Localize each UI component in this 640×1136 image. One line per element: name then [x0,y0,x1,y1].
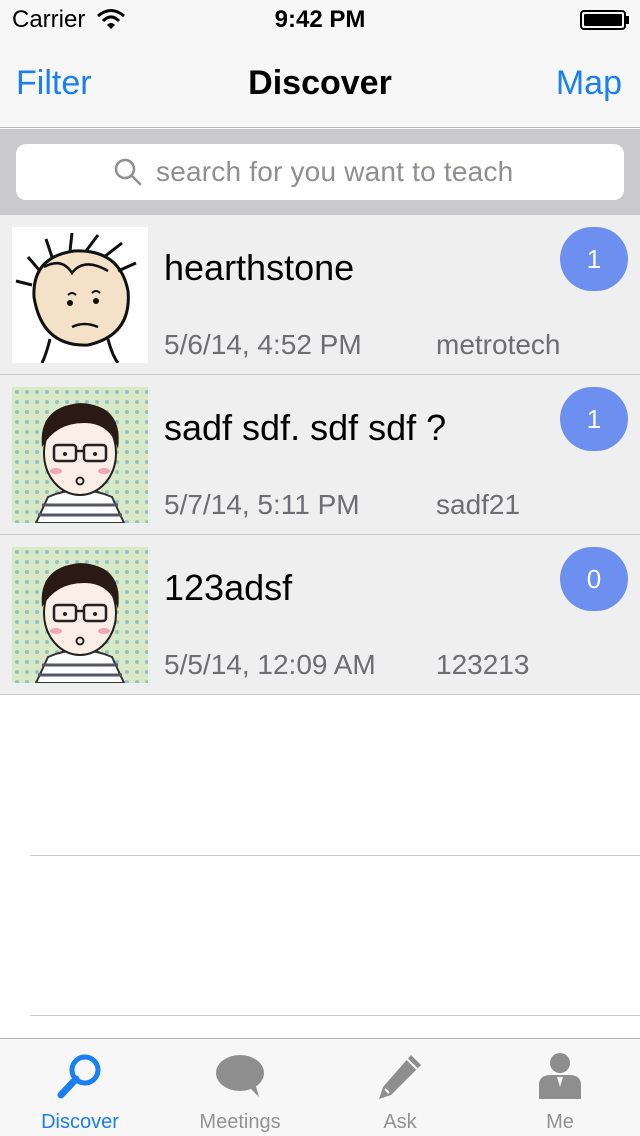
magnifier-icon [57,1054,101,1099]
search-bar: search for you want to teach [0,129,640,215]
tab-bar: Discover Meetings Ask Me [0,1038,640,1136]
discover-list: hearthstone 5/6/14, 4:52 PM metrotech 1 [0,215,640,695]
list-item[interactable]: 123adsf 5/5/14, 12:09 AM 123213 0 [0,535,640,695]
navigation-bar: Filter Discover Map [0,40,640,128]
page-title: Discover [248,64,392,102]
cartoon-man-avatar-image [12,547,148,683]
tab-label: Ask [383,1111,417,1133]
status-bar: Carrier 9:42 PM [0,0,640,40]
avatar [12,547,148,683]
row-username: 123213 [436,649,530,680]
tab-label: Discover [41,1111,119,1133]
speech-bubble-icon [216,1055,264,1097]
row-date: 5/6/14, 4:52 PM [164,329,362,360]
row-title: hearthstone [164,247,355,288]
count-badge: 0 [560,547,628,611]
person-icon [539,1053,581,1099]
tab-label: Meetings [199,1111,281,1133]
avatar [12,387,148,523]
map-button[interactable]: Map [556,64,622,103]
cartoon-boy-avatar-image [12,227,148,363]
cartoon-man-avatar-image [12,387,148,523]
row-date: 5/7/14, 5:11 PM [164,489,360,520]
search-icon [114,158,142,186]
list-item[interactable]: sadf sdf. sdf sdf ? 5/7/14, 5:11 PM sadf… [0,375,640,535]
empty-row-separator [30,1015,640,1016]
tab-label: Me [546,1111,574,1133]
row-title: 123adsf [164,567,293,608]
row-date: 5/5/14, 12:09 AM [164,649,376,680]
list-item[interactable]: hearthstone 5/6/14, 4:52 PM metrotech 1 [0,215,640,375]
row-username: metrotech [436,329,561,360]
search-input[interactable]: search for you want to teach [16,144,624,200]
row-title: sadf sdf. sdf sdf ? [164,407,447,448]
search-placeholder: search for you want to teach [156,156,514,187]
count-badge: 1 [560,227,628,291]
avatar [12,227,148,363]
tab-me[interactable]: Me [480,1039,640,1136]
count-badge: 1 [560,387,628,451]
pencil-icon [379,1055,421,1099]
row-username: sadf21 [436,489,521,520]
empty-row-separator [30,855,640,856]
battery-icon [580,10,629,30]
tab-ask[interactable]: Ask [320,1039,480,1136]
tab-meetings[interactable]: Meetings [160,1039,320,1136]
status-time: 9:42 PM [274,6,366,33]
tab-discover[interactable]: Discover [0,1039,160,1136]
